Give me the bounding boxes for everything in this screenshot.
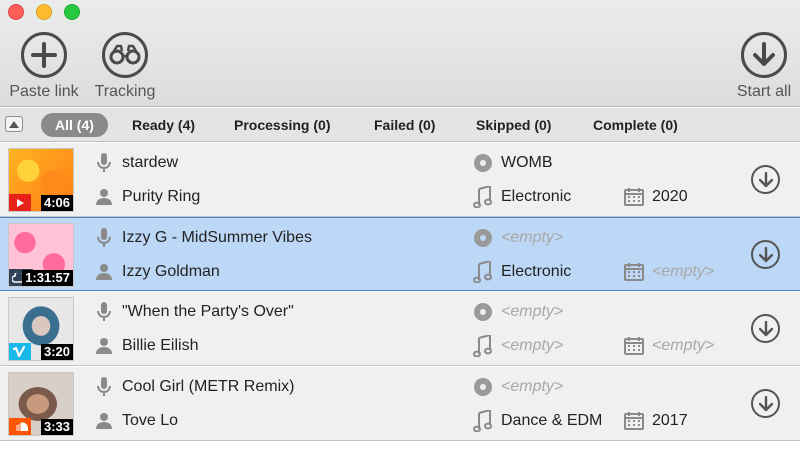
duration-badge: 1:31:57 (22, 270, 73, 286)
music-note-icon (473, 186, 493, 208)
track-row[interactable]: 4:06 stardew Purity Ring WOMB Electronic… (0, 143, 800, 217)
track-year[interactable]: 2017 (652, 412, 688, 430)
microphone-icon (96, 377, 112, 397)
music-note-icon (473, 261, 493, 283)
calendar-icon (624, 412, 644, 430)
calendar-icon (624, 337, 644, 355)
download-arrow-icon (758, 246, 773, 262)
track-artist[interactable]: Izzy Goldman (122, 263, 220, 281)
microphone-icon (96, 228, 112, 248)
music-note-icon (473, 335, 493, 357)
plus-icon (21, 32, 67, 78)
close-window-button[interactable] (8, 4, 24, 20)
soundcloud-icon (9, 418, 31, 435)
person-icon (96, 411, 112, 429)
person-icon (96, 262, 112, 280)
duration-badge: 3:33 (40, 419, 73, 435)
calendar-icon (624, 188, 644, 206)
duration-badge: 4:06 (40, 195, 73, 211)
tab-processing[interactable]: Processing (0) (234, 113, 330, 137)
track-year[interactable]: <empty> (652, 263, 714, 281)
download-arrow-icon (758, 171, 773, 187)
download-button[interactable] (751, 240, 780, 269)
track-album[interactable]: WOMB (501, 154, 553, 172)
download-arrow-icon (741, 32, 787, 78)
tab-ready[interactable]: Ready (4) (132, 113, 195, 137)
track-album[interactable]: <empty> (501, 229, 563, 247)
tracking-button[interactable]: Tracking (92, 32, 158, 101)
track-title[interactable]: "When the Party's Over" (122, 303, 294, 321)
track-genre[interactable]: Dance & EDM (501, 412, 602, 430)
tab-skipped[interactable]: Skipped (0) (476, 113, 551, 137)
start-all-button[interactable]: Start all (733, 32, 795, 101)
download-button[interactable] (751, 165, 780, 194)
track-thumbnail: 4:06 (8, 148, 74, 212)
collapse-toggle-button[interactable] (5, 116, 23, 132)
disc-icon (473, 153, 493, 173)
track-genre[interactable]: <empty> (501, 337, 563, 355)
vimeo-icon (9, 343, 31, 360)
tab-complete[interactable]: Complete (0) (593, 113, 678, 137)
filter-tabs: All (4) Ready (4) Processing (0) Failed … (0, 108, 800, 142)
microphone-icon (96, 153, 112, 173)
track-artist[interactable]: Purity Ring (122, 188, 200, 206)
disc-icon (473, 377, 493, 397)
track-title[interactable]: stardew (122, 154, 178, 172)
track-thumbnail: 3:33 (8, 372, 74, 436)
disc-icon (473, 228, 493, 248)
track-genre[interactable]: Electronic (501, 263, 571, 281)
download-button[interactable] (751, 314, 780, 343)
tab-all[interactable]: All (4) (41, 113, 108, 137)
track-album[interactable]: <empty> (501, 303, 563, 321)
minimize-window-button[interactable] (36, 4, 52, 20)
download-arrow-icon (758, 320, 773, 336)
paste-link-label: Paste link (9, 83, 79, 100)
track-thumbnail: 1:31:57 (8, 223, 74, 287)
microphone-icon (96, 302, 112, 322)
calendar-icon (624, 263, 644, 281)
triangle-up-icon (9, 120, 19, 128)
toolbar: Paste link Tracking Start all (0, 0, 800, 107)
download-arrow-icon (758, 395, 773, 411)
track-year[interactable]: <empty> (652, 337, 714, 355)
paste-link-button[interactable]: Paste link (7, 32, 81, 101)
person-icon (96, 336, 112, 354)
person-icon (96, 187, 112, 205)
track-album[interactable]: <empty> (501, 378, 563, 396)
start-all-label: Start all (736, 83, 792, 100)
track-thumbnail: 3:20 (8, 297, 74, 361)
track-title[interactable]: Izzy G - MidSummer Vibes (122, 229, 312, 247)
track-year[interactable]: 2020 (652, 188, 688, 206)
track-artist[interactable]: Billie Eilish (122, 337, 198, 355)
track-row[interactable]: 3:33 Cool Girl (METR Remix) Tove Lo <emp… (0, 367, 800, 441)
zoom-window-button[interactable] (64, 4, 80, 20)
duration-badge: 3:20 (40, 344, 73, 360)
tracking-label: Tracking (94, 83, 156, 100)
track-row[interactable]: 3:20 "When the Party's Over" Billie Eili… (0, 292, 800, 366)
track-title[interactable]: Cool Girl (METR Remix) (122, 378, 294, 396)
disc-icon (473, 302, 493, 322)
youtube-icon (9, 194, 31, 211)
track-genre[interactable]: Electronic (501, 188, 571, 206)
download-button[interactable] (751, 389, 780, 418)
binoculars-icon (102, 32, 148, 78)
music-note-icon (473, 410, 493, 432)
track-row[interactable]: 1:31:57 Izzy G - MidSummer Vibes Izzy Go… (0, 217, 800, 291)
track-artist[interactable]: Tove Lo (122, 412, 178, 430)
tab-failed[interactable]: Failed (0) (374, 113, 435, 137)
